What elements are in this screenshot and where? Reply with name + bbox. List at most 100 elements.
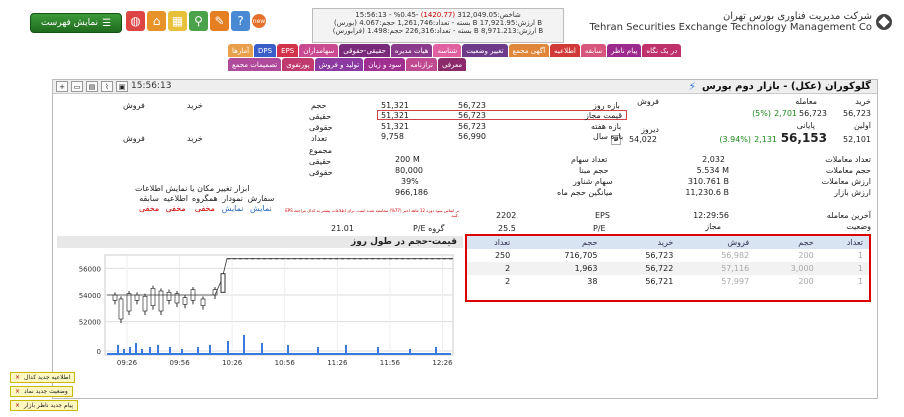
tab-16[interactable]: تولید و فروش <box>314 58 364 71</box>
ob-row[interactable]: 2 38 56,721 57,997 200 1 <box>467 275 869 288</box>
volume-bar <box>135 343 137 353</box>
ob-sell-n: 1 <box>857 277 863 286</box>
tab-4[interactable]: آگهی مجمع <box>508 44 550 57</box>
tab-9[interactable]: سهامداران <box>299 44 339 57</box>
candle-body <box>112 294 118 301</box>
client-buy-label-2: خرید <box>187 134 203 143</box>
jump-candle <box>220 273 226 293</box>
chat-icon[interactable]: ✎ <box>210 11 229 31</box>
ob-buy-n: 2 <box>467 262 517 275</box>
range-day-low: 51,321 <box>381 101 409 110</box>
ob-row[interactable]: 2 1,963 56,722 57,116 3,000 1 <box>467 262 869 275</box>
volume-bar <box>169 347 171 353</box>
search-icon[interactable]: ⚲ <box>189 11 208 31</box>
volume-baseline <box>107 353 451 355</box>
close-icon[interactable]: × <box>15 401 20 410</box>
x-tick-label: 09:26 <box>117 359 138 367</box>
chart-icon[interactable]: ⌇ <box>101 81 113 92</box>
trade-vol-label: حجم معاملات <box>825 166 871 175</box>
tab-2[interactable]: سابقه <box>580 44 607 57</box>
notification-item[interactable]: × وضعیت جدید نماد <box>10 386 73 397</box>
tab-1[interactable]: پیام ناظر <box>607 44 642 57</box>
chart-title: قیمت-حجم در طول روز <box>57 236 463 248</box>
tab-10[interactable]: EPS <box>277 44 299 57</box>
y-tick-label: 56000 <box>79 265 101 273</box>
x-tick-label: 10:26 <box>222 359 243 367</box>
list-label: نمایش فهرست <box>40 18 99 28</box>
tab-8[interactable]: حقیقی-حقوقی <box>339 44 390 57</box>
last-pct: (3.94%) <box>719 135 751 144</box>
notification-item[interactable]: × پیام جدید ناظر بازار <box>10 400 78 411</box>
tab-11[interactable]: DPS <box>254 44 277 57</box>
tab-15[interactable]: سود و زیان <box>364 58 406 71</box>
print-icon[interactable]: ▣ <box>116 81 128 92</box>
group-pe-value: 21.01 <box>331 224 354 233</box>
shares-value: 200 M <box>395 155 420 164</box>
ob-col-2: خرید <box>603 236 680 249</box>
float-value: 39% <box>401 177 419 186</box>
trade-count-label: تعداد معاملات <box>825 155 871 164</box>
tool-toggle[interactable]: نمایش <box>222 204 244 213</box>
volume-bar <box>227 341 229 353</box>
brand: شرکت مدیریت فناوری بورس تهران Tehran Sec… <box>589 11 892 33</box>
tab-14[interactable]: ترازنامه <box>406 58 437 71</box>
tool-toggle[interactable]: مخفی <box>166 204 186 213</box>
pe-label: P/E <box>593 224 606 233</box>
tool-toggle[interactable]: مخفی <box>139 204 159 213</box>
brand-title-en: Tehran Securities Exchange Technology Ma… <box>589 22 872 33</box>
globe-icon[interactable]: ◍ <box>126 11 145 31</box>
tab-18[interactable]: تصمیمات مجمع <box>228 58 282 71</box>
volume-bar <box>141 349 143 353</box>
tab-0[interactable]: در یک نگاه <box>642 44 682 57</box>
help-icon[interactable]: ? <box>231 11 250 31</box>
client-buy-label: خرید <box>187 101 203 110</box>
vol-label: حجم <box>311 101 327 110</box>
ob-sell-p: 57,116 <box>679 262 756 275</box>
tab-6[interactable]: شناسه <box>433 44 462 57</box>
volume-bar <box>129 347 131 353</box>
tool-toggle[interactable]: نمایش <box>250 204 272 213</box>
notification-item[interactable]: × اطلاعیه جدید کدال <box>10 372 76 383</box>
buy-value: 56,723 <box>843 109 871 118</box>
client-sell-label: فروش <box>123 101 145 110</box>
count-label: تعداد <box>311 134 328 143</box>
add-icon[interactable]: + <box>56 81 68 92</box>
close-icon[interactable]: × <box>15 387 20 396</box>
tab-12[interactable]: آمارها <box>228 44 254 57</box>
window-time: 15:56:13 <box>131 81 172 91</box>
range-year-low: 9,758 <box>381 132 404 141</box>
order-book-header: تعداد حجم خرید فروش حجم تعداد <box>467 236 869 249</box>
tab-7[interactable]: هیات مدیره <box>390 44 433 57</box>
window-titlebar: + ▭ ▤ ⌇ ▣ 15:56:13 ⚡ گلوکوران (عکل) - باز… <box>53 80 877 94</box>
window-icon[interactable]: ▭ <box>71 81 83 92</box>
tab-5[interactable]: تغییر وضعیت <box>462 44 508 57</box>
last-right-value: 52,101 <box>843 135 871 144</box>
ob-col-5: تعداد <box>819 236 869 249</box>
avg-vol-label: میانگین حجم ماه <box>557 188 613 197</box>
yesterday-value: 54,022 <box>629 135 657 144</box>
ob-sell-n: 1 <box>857 251 863 260</box>
ob-col-1: حجم <box>516 236 604 249</box>
candle-body <box>134 294 140 301</box>
close-icon[interactable]: × <box>15 373 20 382</box>
show-list-button[interactable]: نمایش فهرست ☰ <box>30 13 122 33</box>
hamburger-icon: ☰ <box>102 17 112 29</box>
notification-text: پیام جدید ناظر بازار <box>24 402 73 409</box>
doc-icon[interactable]: ▤ <box>86 81 98 92</box>
tab-13[interactable]: معرفی <box>437 58 467 71</box>
ob-buy-vol: 1,963 <box>516 262 604 275</box>
range-year-label: بازه سال <box>593 132 624 141</box>
new-badge-icon[interactable]: new <box>252 14 266 28</box>
tab-17[interactable]: پورتفوی <box>282 58 314 71</box>
grid-icon[interactable]: ▦ <box>168 11 187 31</box>
ob-row[interactable]: 250 716,705 56,723 56,982 200 1 <box>467 249 869 262</box>
tool-toggle[interactable]: مخفی <box>195 204 215 213</box>
range-week-low: 51,321 <box>381 122 409 131</box>
candle-body <box>200 298 206 307</box>
info-tabs: در یک نگاه پیام ناظر سابقه اطلاعیه آگهی مجمع… <box>228 44 688 71</box>
ob-buy-vol: 716,705 <box>564 251 598 260</box>
tab-3[interactable]: اطلاعیه <box>550 44 580 57</box>
volume-bar <box>243 335 245 353</box>
candle-body <box>118 298 124 320</box>
home-icon[interactable]: ⌂ <box>147 11 166 31</box>
